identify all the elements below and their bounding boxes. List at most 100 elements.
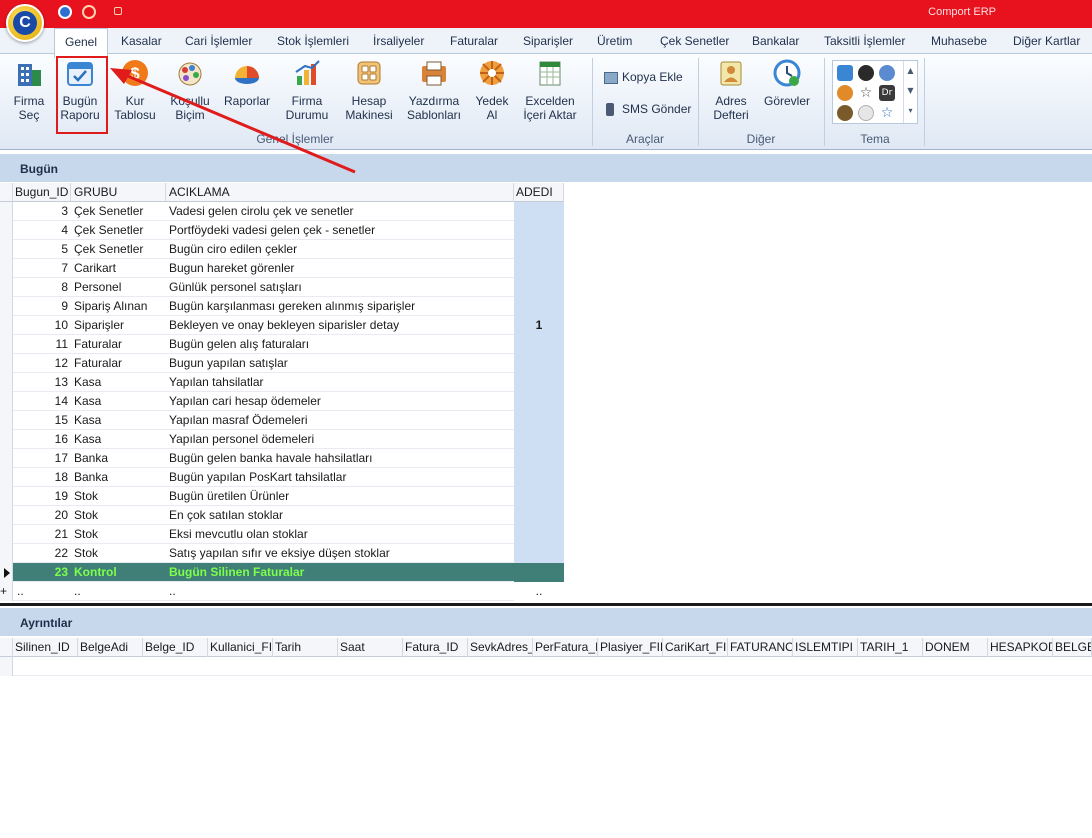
cell-bugun-id[interactable]: 15 <box>13 411 71 430</box>
expand-gallery-icon[interactable]: ▾ <box>904 101 917 121</box>
cell-aciklama[interactable]: Eksi mevcutlu olan stoklar <box>166 525 514 544</box>
cell-grubu[interactable]: Kasa <box>71 373 166 392</box>
cell-grubu[interactable]: Çek Senetler <box>71 221 166 240</box>
cell-bugun-id[interactable]: 20 <box>13 506 71 525</box>
cell-adedi[interactable] <box>514 411 564 430</box>
cell-aciklama[interactable]: Bugun yapılan satışlar <box>166 354 514 373</box>
table-row[interactable]: 8 Personel Günlük personel satışları <box>0 278 564 297</box>
tema-gallery[interactable]: ☆ Dr ☆ ▲ ▼ ▾ <box>832 60 918 124</box>
cell-grubu[interactable]: Sipariş Alınan <box>71 297 166 316</box>
row-selector[interactable] <box>0 297 13 316</box>
theme-brown-icon[interactable] <box>837 105 853 121</box>
cell-grubu[interactable]: Çek Senetler <box>71 240 166 259</box>
cell-adedi[interactable] <box>514 240 564 259</box>
row-selector[interactable] <box>0 316 13 335</box>
col-header-belgeadi[interactable]: BelgeAdi <box>78 638 143 657</box>
col-header-belge-id[interactable]: Belge_ID <box>143 638 208 657</box>
cell-aciklama[interactable]: Yapılan tahsilatlar <box>166 373 514 392</box>
cell-aciklama[interactable]: Bekleyen ve onay bekleyen siparisler det… <box>166 316 514 335</box>
table-row[interactable]: 12 Faturalar Bugun yapılan satışlar <box>0 354 564 373</box>
col-header-kullanici-fii[interactable]: Kullanici_FII <box>208 638 273 657</box>
gorevler-button[interactable]: Görevler <box>762 58 812 108</box>
cell-adedi[interactable] <box>514 430 564 449</box>
tab-cek-senetler[interactable]: Çek Senetler <box>660 28 729 54</box>
row-selector[interactable] <box>0 563 13 582</box>
tab-bankalar[interactable]: Bankalar <box>752 28 799 54</box>
table-row[interactable]: 5 Çek Senetler Bugün ciro edilen çekler <box>0 240 564 259</box>
col-header-sevkadres-[interactable]: SevkAdres_ <box>468 638 533 657</box>
table-row[interactable]: 17 Banka Bugün gelen banka havale hahsilat… <box>0 449 564 468</box>
tab-irsaliyeler[interactable]: İrsaliyeler <box>373 28 424 54</box>
raporlar-button[interactable]: Raporlar <box>222 58 272 108</box>
cell-grubu[interactable]: Stok <box>71 506 166 525</box>
cell-bugun-id[interactable]: 4 <box>13 221 71 240</box>
col-header-belgekod[interactable]: BELGEKOD <box>1053 638 1092 657</box>
theme-star-icon[interactable]: ☆ <box>858 85 874 101</box>
yazdirma-sablonlari-button[interactable]: Yazdırma Sablonları <box>404 58 464 122</box>
col-header-adedi[interactable]: ADEDI <box>514 183 564 202</box>
cell-grubu[interactable]: Banka <box>71 449 166 468</box>
table-row[interactable]: 13 Kasa Yapılan tahsilatlar <box>0 373 564 392</box>
col-header-plasiyer-fid[interactable]: Plasiyer_FID <box>598 638 663 657</box>
cell-adedi[interactable] <box>514 259 564 278</box>
cell-adedi[interactable] <box>514 354 564 373</box>
table-row[interactable]: 4 Çek Senetler Portföydeki vadesi gelen çe… <box>0 221 564 240</box>
table-row[interactable]: 22 Stok Satış yapılan sıfır ve eksiye düşe… <box>0 544 564 563</box>
table-row[interactable]: 16 Kasa Yapılan personel ödemeleri <box>0 430 564 449</box>
table-row[interactable]: 11 Faturalar Bugün gelen alış faturaları <box>0 335 564 354</box>
cell-grubu[interactable]: Stok <box>71 525 166 544</box>
cell-aciklama[interactable]: Bugün ciro edilen çekler <box>166 240 514 259</box>
row-selector[interactable] <box>0 373 13 392</box>
col-header-fatura-id[interactable]: Fatura_ID <box>403 638 468 657</box>
new-row[interactable]: +........ <box>0 582 564 601</box>
app-logo-icon[interactable]: C <box>6 4 44 42</box>
tema-scroll[interactable]: ▲ ▼ ▾ <box>903 61 917 123</box>
row-selector[interactable] <box>0 278 13 297</box>
adres-defteri-button[interactable]: Adres Defteri <box>708 58 754 122</box>
row-selector[interactable] <box>0 354 13 373</box>
table-row[interactable]: 15 Kasa Yapılan masraf Ödemeleri <box>0 411 564 430</box>
tab-kasalar[interactable]: Kasalar <box>121 28 162 54</box>
tab-stok-islemleri[interactable]: Stok İşlemleri <box>277 28 349 54</box>
new-row-id[interactable]: .. <box>13 582 71 601</box>
table-row[interactable]: 9 Sipariş Alınan Bugün karşılanması gereke… <box>0 297 564 316</box>
info-icon[interactable] <box>58 5 72 19</box>
tab-cari-islemler[interactable]: Cari İşlemler <box>185 28 252 54</box>
cell-aciklama[interactable]: Bugün Silinen Faturalar <box>166 563 514 582</box>
col-header-hesapkod[interactable]: HESAPKOD <box>988 638 1053 657</box>
help-icon[interactable] <box>82 5 96 19</box>
row-selector[interactable] <box>0 525 13 544</box>
firma-durumu-button[interactable]: Firma Durumu <box>282 58 332 122</box>
row-selector[interactable] <box>0 544 13 563</box>
table-row[interactable]: 19 Stok Bugün üretilen Ürünler <box>0 487 564 506</box>
col-header-islemtipi[interactable]: ISLEMTIPI <box>793 638 858 657</box>
cell-bugun-id[interactable]: 9 <box>13 297 71 316</box>
cell-adedi[interactable] <box>514 297 564 316</box>
theme-orange-icon[interactable] <box>837 85 853 101</box>
cell-grubu[interactable]: Stok <box>71 487 166 506</box>
new-row-grubu[interactable]: .. <box>71 582 166 601</box>
cell-aciklama[interactable]: Bugün yapılan PosKart tahsilatlar <box>166 468 514 487</box>
col-header-carikart-fii[interactable]: CariKart_FII <box>663 638 728 657</box>
cell-bugun-id[interactable]: 7 <box>13 259 71 278</box>
tab-uretim[interactable]: Üretim <box>597 28 632 54</box>
cell-grubu[interactable]: Siparişler <box>71 316 166 335</box>
cell-adedi[interactable] <box>514 335 564 354</box>
yedek-al-button[interactable]: Yedek Al <box>472 58 512 122</box>
customize-toolbar-icon[interactable] <box>114 7 122 15</box>
cell-adedi[interactable] <box>514 449 564 468</box>
col-header-saat[interactable]: Saat <box>338 638 403 657</box>
col-header-grubu[interactable]: GRUBU <box>71 183 166 202</box>
cell-grubu[interactable]: Faturalar <box>71 335 166 354</box>
cell-aciklama[interactable]: Vadesi gelen cirolu çek ve senetler <box>166 202 514 221</box>
row-selector[interactable] <box>0 430 13 449</box>
tab-siparisler[interactable]: Siparişler <box>523 28 573 54</box>
table-row[interactable]: 14 Kasa Yapılan cari hesap ödemeler <box>0 392 564 411</box>
col-header-aciklama[interactable]: ACIKLAMA <box>166 183 514 202</box>
cell-bugun-id[interactable]: 8 <box>13 278 71 297</box>
row-selector[interactable] <box>0 259 13 278</box>
cell-aciklama[interactable]: Yapılan cari hesap ödemeler <box>166 392 514 411</box>
row-selector[interactable] <box>0 468 13 487</box>
cell-adedi[interactable] <box>514 468 564 487</box>
cell-grubu[interactable]: Carikart <box>71 259 166 278</box>
